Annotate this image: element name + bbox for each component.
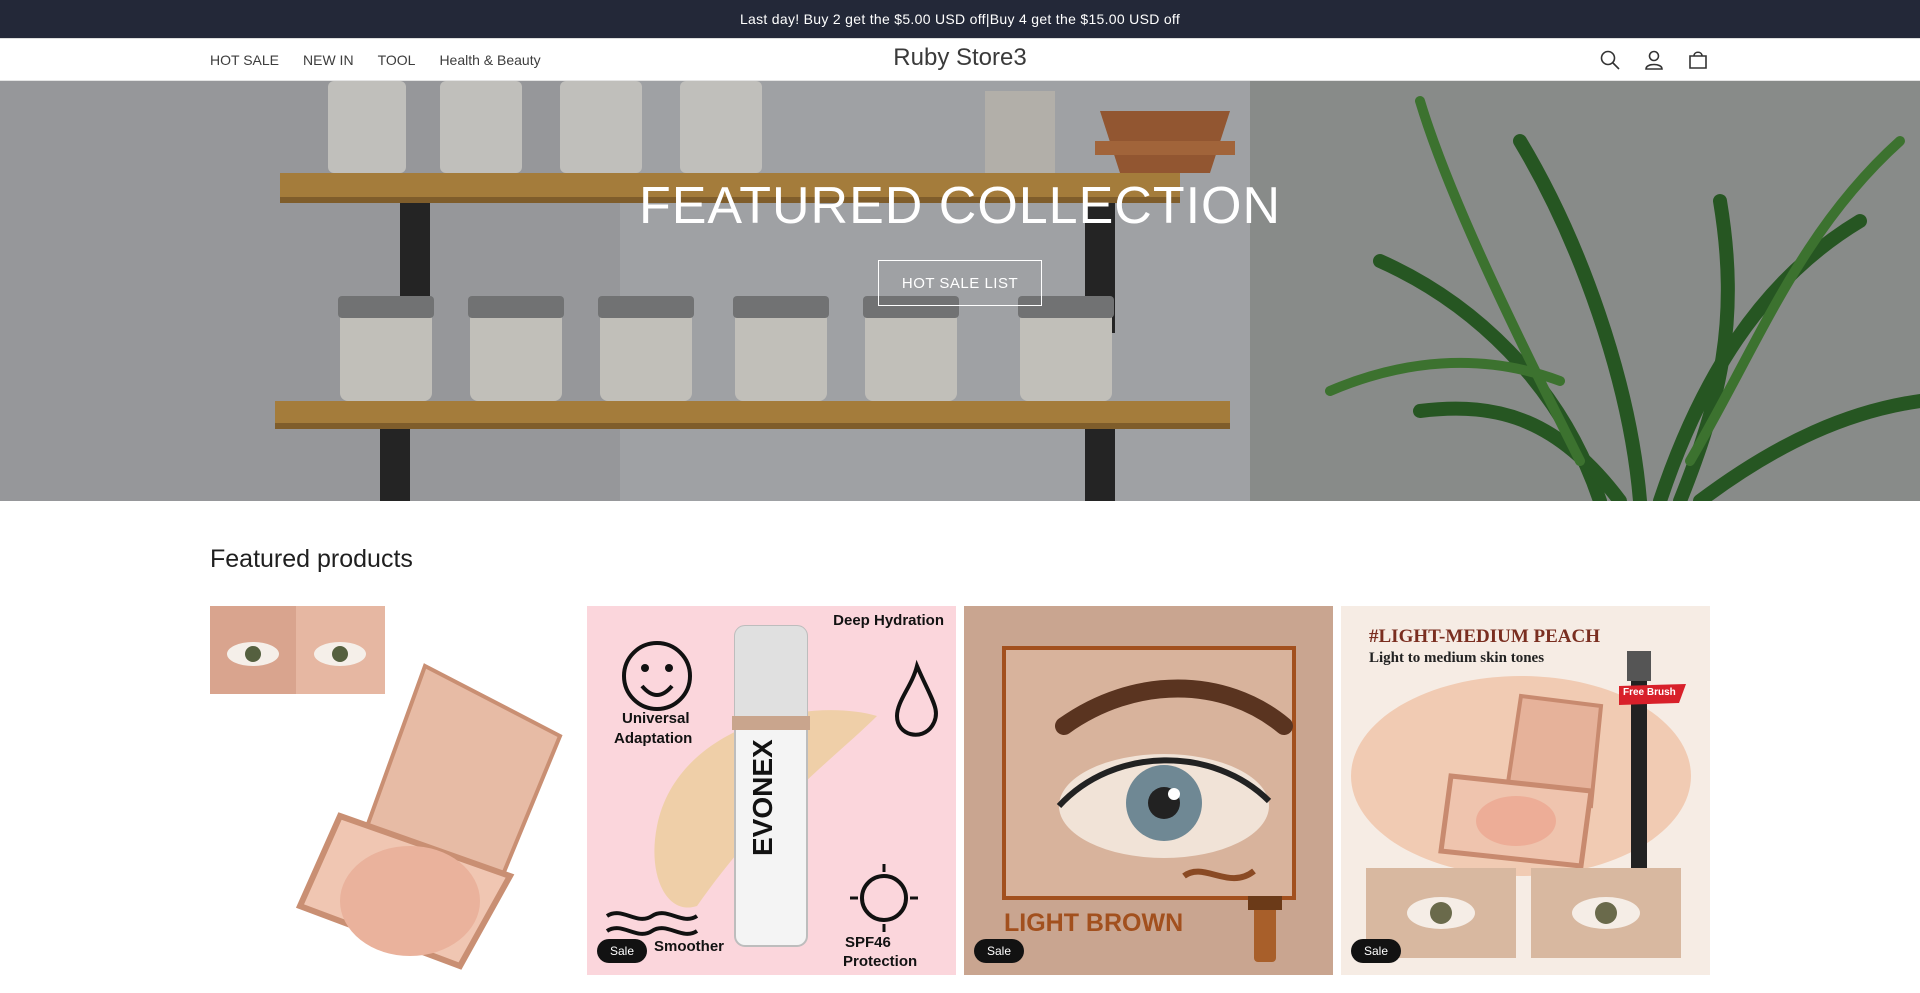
product-text-spf: SPF46 [845,934,891,951]
product-grid: Deep Hydration Universal Adaptation EVON… [210,606,1710,975]
hero-banner: FEATURED COLLECTION HOT SALE LIST [0,81,1920,501]
sale-badge: Sale [1351,939,1402,963]
product-image-compact-powder [210,606,563,970]
account-icon[interactable] [1642,48,1666,72]
sale-badge: Sale [974,939,1025,963]
product-card[interactable]: Deep Hydration Universal Adaptation EVON… [587,606,956,975]
product-text-protection: Protection [843,953,918,970]
search-icon[interactable] [1598,48,1622,72]
sale-badge: Sale [597,939,648,963]
announcement-bar: Last day! Buy 2 get the $5.00 USD off|Bu… [0,0,1920,39]
product-text-skin-tones: Light to medium skin tones [1369,650,1545,666]
hero-title: FEATURED COLLECTION [638,177,1282,235]
product-tag-free-brush: Free Brush [1623,687,1676,698]
product-brand-evonex: EVONEX [747,739,778,856]
product-text-deep-hydration: Deep Hydration [833,612,944,629]
announcement-text: Last day! Buy 2 get the $5.00 USD off|Bu… [739,11,1181,27]
product-text-light-medium-peach: #LIGHT-MEDIUM PEACH [1369,626,1601,647]
product-text-smoother: Smoother [654,938,725,955]
product-text-light-brown: LIGHT BROWN [1004,909,1184,937]
product-text-universal: Universal [622,710,690,727]
featured-products-title: Featured products [210,545,413,573]
product-card[interactable]: LIGHT BROWN Sale [964,606,1333,975]
product-text-adaptation: Adaptation [614,730,693,747]
header-icons [1598,39,1710,80]
product-card[interactable]: #LIGHT-MEDIUM PEACH Light to medium skin… [1341,606,1710,975]
hot-sale-list-button[interactable]: HOT SALE LIST [878,260,1042,306]
product-card[interactable] [210,606,579,975]
site-header: HOT SALE NEW IN TOOL Health & Beauty Rub… [0,39,1920,81]
cart-icon[interactable] [1686,48,1710,72]
